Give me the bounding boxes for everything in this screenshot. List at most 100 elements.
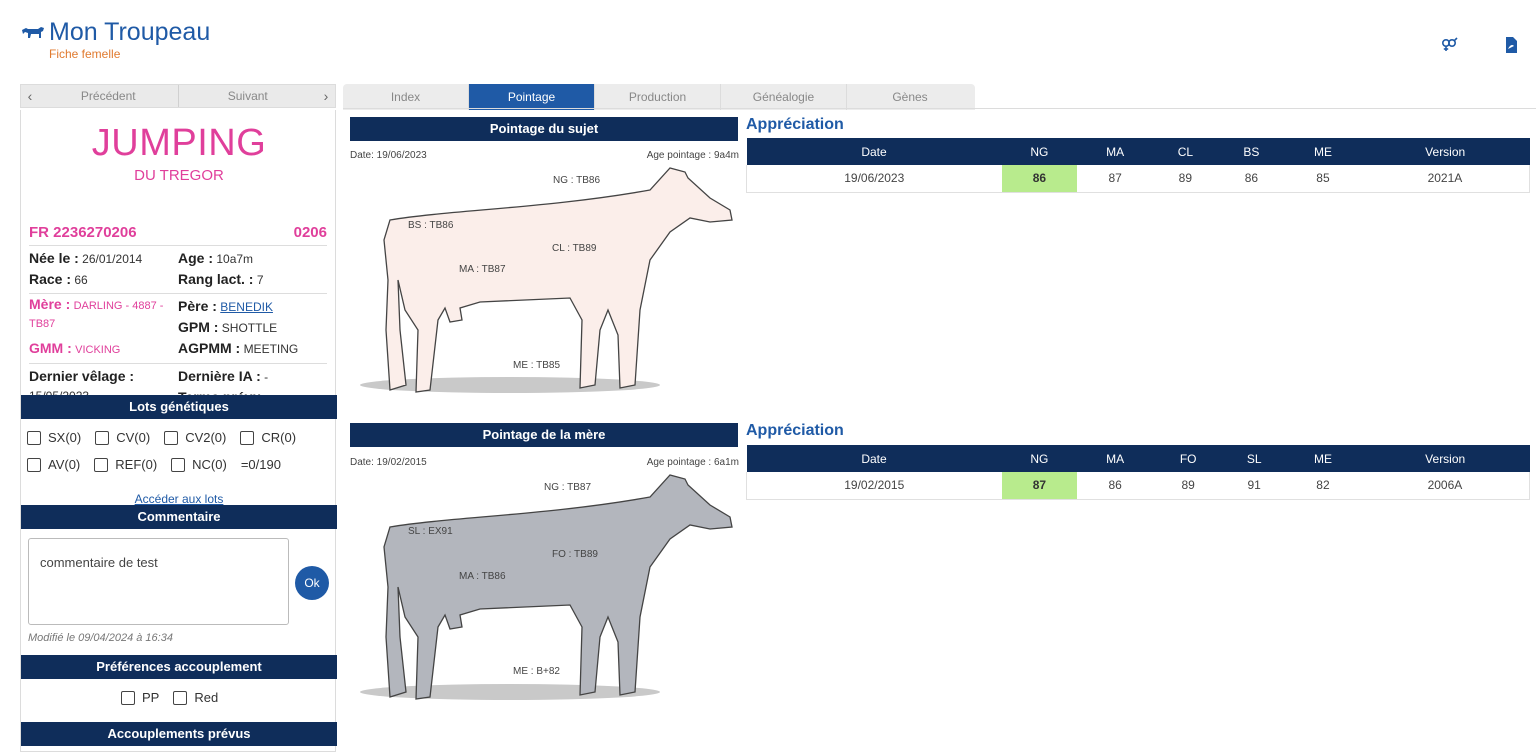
pref-checkbox-red[interactable]: Red (173, 690, 218, 705)
lot-checkbox-av[interactable]: AV(0) (27, 457, 80, 472)
app-header: Mon Troupeau Fiche femelle (0, 0, 1536, 84)
mother-fo-label: FO : TB89 (552, 549, 598, 560)
table-header: BS (1217, 138, 1286, 165)
comment-modified: Modifié le 09/04/2024 à 16:34 (28, 632, 173, 644)
gmm-label: GMM : (29, 340, 72, 356)
mother-appreciation-table: Date NG MA FO SL ME Version 19/02/2015 8… (746, 445, 1530, 500)
pref-checkbox-pp[interactable]: PP (121, 690, 159, 705)
page-subtitle: Fiche femelle (49, 47, 121, 61)
table-header: Date (746, 138, 1002, 165)
tab-pointage[interactable]: Pointage (469, 84, 595, 110)
table-header: ME (1285, 138, 1361, 165)
gpm-value: SHOTTLE (221, 321, 278, 335)
herd-name: DU TREGOR (134, 167, 224, 184)
mother-me-label: ME : B+82 (513, 666, 560, 677)
lot-checkbox-cr[interactable]: CR(0) (240, 430, 296, 445)
subject-appreciation-title: Appréciation (746, 116, 844, 133)
subject-bs-label: BS : TB86 (408, 220, 454, 231)
lots-link[interactable]: Accéder aux lots (21, 492, 337, 506)
subject-cl-label: CL : TB89 (552, 243, 597, 254)
agpmm-value: MEETING (243, 342, 299, 356)
gender-icon[interactable] (1440, 36, 1458, 54)
animal-name: JUMPING (91, 122, 267, 164)
tab-bar: Index Pointage Production Généalogie Gèn… (343, 84, 975, 110)
gpm-label: GPM : (178, 319, 219, 335)
table-header: NG (1001, 138, 1078, 165)
lots-header: Lots génétiques (21, 395, 337, 419)
table-header: NG (1001, 445, 1078, 472)
lots-total: =0/190 (240, 457, 281, 472)
lot-checkbox-nc[interactable]: NC(0) (171, 457, 227, 472)
table-row: 19/02/2015 87 86 89 91 82 2006A (746, 472, 1530, 500)
ok-button[interactable]: Ok (295, 566, 329, 600)
lactation-value: 7 (256, 273, 264, 287)
father-label: Père : (178, 298, 217, 314)
previous-button[interactable]: Précédent (39, 85, 178, 107)
gmm-value: VICKING (75, 344, 121, 356)
table-header: MA (1077, 445, 1154, 472)
calving-label: Dernier vêlage : (29, 368, 135, 384)
table-header: Version (1360, 445, 1530, 472)
table-header: MA (1077, 138, 1154, 165)
table-header: Date (746, 445, 1002, 472)
planned-header: Accouplements prévus (21, 722, 337, 746)
mother-title: Pointage de la mère (350, 423, 738, 447)
table-header: CL (1153, 138, 1218, 165)
lactation-label: Rang lact. : (178, 271, 254, 287)
subject-title: Pointage du sujet (350, 117, 738, 141)
mother-appreciation-title: Appréciation (746, 422, 844, 439)
mother-panel: Pointage de la mère Date: 19/02/2015 Age… (343, 417, 1536, 747)
comment-textarea[interactable]: commentaire de test (28, 538, 289, 625)
animal-info: Née le : 26/01/2014 Age : 10a7m Race : 6… (29, 245, 327, 411)
tab-index[interactable]: Index (343, 84, 469, 110)
father-link[interactable]: BENEDIK (220, 300, 273, 314)
ia-label: Dernière IA : (178, 368, 261, 384)
app-title: Mon Troupeau (49, 18, 211, 46)
subject-me-label: ME : TB85 (513, 360, 561, 371)
ia-value: - (264, 370, 269, 384)
subject-panel: Pointage du sujet Date: 19/06/2023 Age p… (343, 110, 1536, 410)
animal-id: FR 2236270206 (29, 224, 137, 241)
work-number: 0206 (293, 224, 327, 241)
tab-genes[interactable]: Gènes (847, 84, 973, 110)
age-label: Age : (178, 250, 213, 266)
animal-sidebar: ‹ Précédent Suivant › JUMPING DU TREGOR … (20, 84, 337, 752)
lot-checkbox-ref[interactable]: REF(0) (94, 457, 157, 472)
lot-checkbox-cv[interactable]: CV(0) (95, 430, 150, 445)
cow-logo-icon (22, 27, 44, 38)
next-button[interactable]: Suivant (179, 85, 318, 107)
record-navigation: ‹ Précédent Suivant › (20, 84, 336, 108)
breed-label: Race : (29, 271, 72, 287)
table-header: SL (1223, 445, 1286, 472)
animal-card: JUMPING DU TREGOR FR 2236270206 0206 Née… (20, 110, 337, 752)
born-label: Née le : (29, 250, 79, 266)
table-header: ME (1285, 445, 1361, 472)
animal-id-row: FR 2236270206 0206 (29, 224, 327, 241)
mother-ma-label: MA : TB86 (459, 571, 506, 582)
table-row: 19/06/2023 86 87 89 86 85 2021A (746, 165, 1530, 193)
comment-header: Commentaire (21, 505, 337, 529)
subject-cow-shape (383, 167, 733, 393)
lot-checkbox-sx[interactable]: SX(0) (27, 430, 81, 445)
table-header: FO (1153, 445, 1224, 472)
prefs-header: Préférences accouplement (21, 655, 337, 679)
lots-row-1: SX(0) CV(0) CV2(0) CR(0) (27, 430, 310, 445)
born-value: 26/01/2014 (82, 252, 143, 266)
tab-genealogie[interactable]: Généalogie (721, 84, 847, 110)
table-header: Version (1360, 138, 1530, 165)
lots-row-2: AV(0) REF(0) NC(0) =0/190 (27, 457, 295, 472)
mother-label: Mère : (29, 296, 71, 312)
agpmm-label: AGPMM : (178, 340, 241, 356)
age-value: 10a7m (216, 252, 254, 266)
subject-ng-label: NG : TB86 (553, 175, 601, 186)
pdf-icon[interactable] (1502, 36, 1520, 54)
chevron-right-icon[interactable]: › (317, 85, 335, 107)
mother-ng-label: NG : TB87 (544, 482, 592, 493)
lot-checkbox-cv2[interactable]: CV2(0) (164, 430, 226, 445)
tab-production[interactable]: Production (595, 84, 721, 110)
subject-appreciation-table: Date NG MA CL BS ME Version 19/06/2023 8… (746, 138, 1530, 193)
prefs-row: PP Red (121, 690, 232, 705)
breed-value: 66 (74, 273, 88, 287)
mother-sl-label: SL : EX91 (408, 526, 453, 537)
chevron-left-icon[interactable]: ‹ (21, 85, 39, 107)
